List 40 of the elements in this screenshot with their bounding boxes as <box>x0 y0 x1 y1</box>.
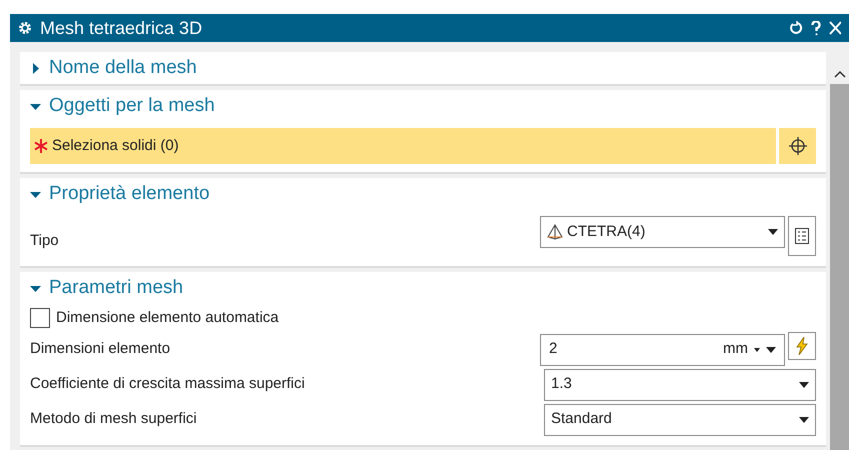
dropdown[interactable]: 1.3 <box>544 368 816 400</box>
field-label: Metodo di mesh superfici <box>30 409 198 430</box>
field-label: Coefficiente di crescita massima superfici <box>30 374 306 394</box>
dropdown-caret-icon <box>799 382 809 388</box>
checkbox[interactable] <box>30 308 50 328</box>
field-label: Tipo <box>30 230 60 251</box>
field-value: 2 <box>549 339 558 360</box>
collapsed-caret-icon <box>30 62 41 74</box>
list-icon <box>795 228 809 244</box>
section-header[interactable]: Proprietà elemento <box>30 178 210 210</box>
section-header[interactable]: Parametri mesh <box>30 272 184 304</box>
tetrahedron-icon <box>547 224 563 240</box>
lightning-icon <box>796 337 808 355</box>
crosshair-icon <box>788 136 808 156</box>
unit-caret-icon <box>754 348 760 352</box>
lightning-button[interactable] <box>788 332 816 360</box>
crosshair-button[interactable] <box>779 128 816 164</box>
window-title: Mesh tetraedrica 3D <box>40 16 204 40</box>
dropdown-value: Standard <box>551 409 613 430</box>
checkbox-label: Dimensione elemento automatica <box>56 308 279 328</box>
dropdown-caret-icon <box>768 229 778 235</box>
dropdown-caret-icon <box>766 346 776 352</box>
list-button[interactable] <box>788 216 816 256</box>
section-header[interactable]: Oggetti per la mesh <box>30 90 215 122</box>
dropdown[interactable]: Standard <box>544 404 816 436</box>
type-dropdown[interactable]: CTETRA(4) <box>540 216 785 248</box>
dropdown-value: 1.3 <box>551 374 573 394</box>
dropdown-caret-icon <box>799 416 809 422</box>
selection-row[interactable]: Seleziona solidi (0) <box>30 128 776 164</box>
dropdown-value: CTETRA(4) <box>567 222 646 242</box>
selection-label: Seleziona solidi (0) <box>52 136 179 156</box>
field-label: Dimensioni elemento <box>30 339 172 360</box>
unit-label: mm <box>723 339 748 360</box>
scroll-up-icon[interactable] <box>834 70 846 78</box>
gear-icon <box>18 21 32 35</box>
help-icon[interactable] <box>811 20 821 36</box>
section-header[interactable]: Nome della mesh <box>30 52 197 84</box>
close-icon[interactable] <box>829 21 841 35</box>
size-field[interactable]: 2 mm <box>540 334 785 366</box>
reset-icon[interactable] <box>789 21 803 35</box>
